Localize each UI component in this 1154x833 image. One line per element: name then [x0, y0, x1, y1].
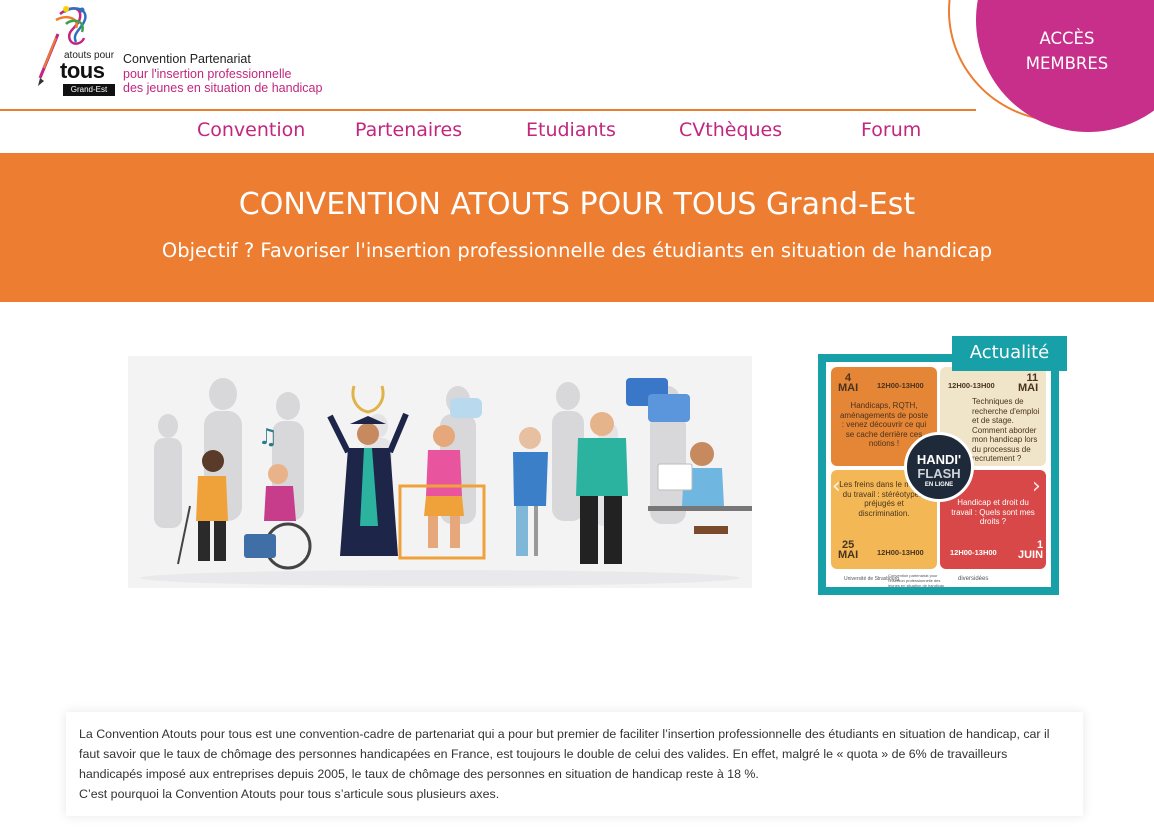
- handiflash-line1: HANDI': [916, 452, 962, 467]
- logo-region-badge: Grand-Est: [63, 84, 115, 96]
- carousel-next-arrow[interactable]: ›: [1032, 474, 1041, 499]
- news-carousel[interactable]: 4 MAI 12H00-13H00 Handicaps, RQTH, aménag…: [818, 354, 1059, 595]
- hero-subtitle: Objectif ? Favoriser l'insertion profess…: [161, 239, 993, 262]
- inclusion-illustration: ♫: [128, 356, 752, 588]
- poster-session-3-day: 25 MAI: [838, 539, 859, 561]
- nav-item-partenaires[interactable]: Partenaires: [355, 119, 462, 141]
- poster-logo-convention: Convention partenariat pour l'insertion …: [888, 573, 945, 587]
- handiflash-line3: EN LIGNE: [924, 482, 954, 488]
- poster-session-2-time: 12H00-13H00: [948, 381, 995, 390]
- svg-text:♫: ♫: [258, 425, 278, 450]
- members-access-line2: MEMBRES: [1025, 54, 1109, 73]
- intro-paragraph-2: C’est pourquoi la Convention Atouts pour…: [79, 787, 500, 801]
- news-label: Actualité: [952, 336, 1067, 371]
- logo-tagline-line1: Convention Partenariat: [123, 52, 251, 66]
- nav-item-forum[interactable]: Forum: [861, 119, 921, 141]
- poster-session-4-time: 12H00-13H00: [950, 548, 997, 557]
- members-access-label[interactable]: ACCÈS MEMBRES: [1014, 26, 1120, 76]
- nav-item-convention[interactable]: Convention: [197, 119, 305, 141]
- site-header: atouts pour tous Grand-Est Convention Pa…: [0, 0, 1154, 132]
- poster-session-4-day: 1 JUIN: [1018, 539, 1044, 561]
- nav-item-cvtheques[interactable]: CVthèques: [679, 119, 782, 141]
- hero-banner: CONVENTION ATOUTS POUR TOUS Grand-Est Ob…: [0, 153, 1154, 302]
- poster-session-2-item-2: Comment aborder mon handicap lors du pro…: [972, 425, 1038, 464]
- handiflash-poster-image[interactable]: 4 MAI 12H00-13H00 Handicaps, RQTH, aménag…: [826, 362, 1051, 587]
- poster-logo-diversidees: diversidées: [958, 576, 989, 582]
- site-logo[interactable]: atouts pour tous Grand-Est Convention Pa…: [36, 4, 336, 100]
- logo-tagline-line3: des jeunes en situation de handicap: [123, 81, 323, 95]
- poster-session-4-text: Handicap et droit du travail : Quels son…: [951, 498, 1035, 526]
- poster-session-3-time: 12H00-13H00: [877, 548, 924, 557]
- nav-item-etudiants[interactable]: Etudiants: [526, 119, 616, 141]
- main-nav: Convention Partenaires Etudiants CVthèqu…: [0, 111, 1154, 153]
- members-access-line1: ACCÈS: [1039, 29, 1095, 48]
- intro-paragraph-1: La Convention Atouts pour tous est une c…: [79, 727, 1050, 781]
- poster-session-2-list: Techniques de recherche d'emploi et de s…: [972, 397, 1042, 464]
- handiflash-badge: HANDI' FLASH EN LIGNE: [904, 432, 974, 502]
- poster-session-1-time: 12H00-13H00: [877, 381, 924, 390]
- hero-title: CONVENTION ATOUTS POUR TOUS Grand-Est: [238, 187, 916, 222]
- poster-session-2-day: 11 MAI: [1018, 372, 1039, 394]
- carousel-prev-arrow[interactable]: ‹: [832, 474, 841, 499]
- poster-session-1-day: 4 MAI: [838, 372, 859, 394]
- intro-text-card: La Convention Atouts pour tous est une c…: [66, 712, 1083, 816]
- logo-tagline: Convention Partenariat pour l'insertion …: [123, 52, 322, 96]
- poster-partner-logos: Université de Strasbourg Convention part…: [826, 572, 1051, 587]
- logo-tagline-line2: pour l'insertion professionnelle: [123, 66, 292, 81]
- handiflash-line2: FLASH: [917, 466, 961, 481]
- logo-big-text: tous: [60, 58, 105, 83]
- poster-session-2-item-1: Techniques de recherche d'emploi et de s…: [972, 397, 1040, 425]
- page: atouts pour tous Grand-Est Convention Pa…: [0, 0, 1154, 833]
- people-illustration-image: ♫: [140, 378, 752, 586]
